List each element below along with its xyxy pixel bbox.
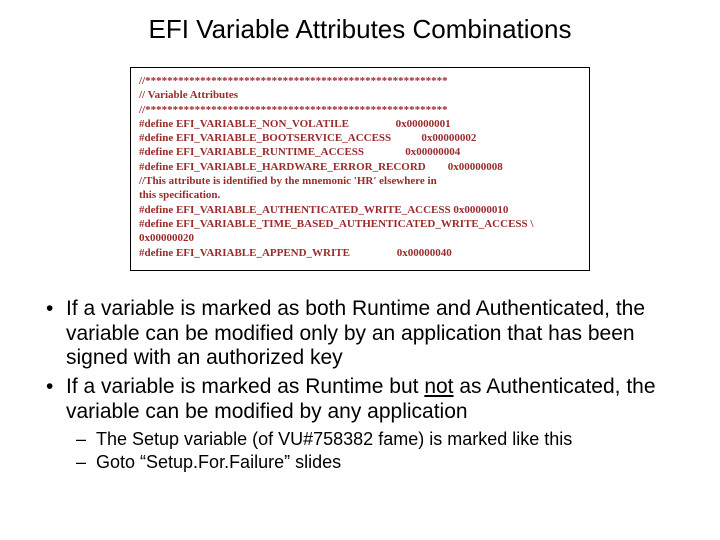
- slide-title: EFI Variable Attributes Combinations: [0, 0, 720, 45]
- code-line: this specification.: [139, 188, 581, 202]
- code-line: #define EFI_VARIABLE_NON_VOLATILE 0x0000…: [139, 117, 581, 131]
- code-block: //**************************************…: [130, 67, 590, 271]
- code-line: #define EFI_VARIABLE_RUNTIME_ACCESS 0x00…: [139, 145, 581, 159]
- code-line: //This attribute is identified by the mn…: [139, 174, 581, 188]
- text: The Setup variable (of: [96, 429, 278, 449]
- emphasis-not: not: [424, 375, 453, 398]
- bullet-item: If a variable is marked as Runtime but n…: [42, 375, 678, 425]
- sub-bullet-item: Goto “Setup.For.Failure” slides: [70, 452, 678, 474]
- code-line: #define EFI_VARIABLE_BOOTSERVICE_ACCESS …: [139, 131, 581, 145]
- code-line: #define EFI_VARIABLE_APPEND_WRITE 0x0000…: [139, 246, 581, 260]
- sub-bullet-item: The Setup variable (of VU#758382 fame) i…: [70, 429, 678, 451]
- text: fame) is marked like this: [373, 429, 572, 449]
- text: If a variable is marked as Runtime but: [66, 375, 424, 398]
- code-line: 0x00000020: [139, 231, 581, 245]
- bullet-list: If a variable is marked as both Runtime …: [42, 297, 678, 474]
- bullet-item: If a variable is marked as both Runtime …: [42, 297, 678, 371]
- code-line: // Variable Attributes: [139, 88, 581, 102]
- vu-id: VU#758382: [278, 429, 373, 449]
- code-line: //**************************************…: [139, 74, 581, 88]
- code-line: #define EFI_VARIABLE_TIME_BASED_AUTHENTI…: [139, 217, 581, 231]
- code-line: #define EFI_VARIABLE_HARDWARE_ERROR_RECO…: [139, 160, 581, 174]
- code-line: //**************************************…: [139, 103, 581, 117]
- code-line: #define EFI_VARIABLE_AUTHENTICATED_WRITE…: [139, 203, 581, 217]
